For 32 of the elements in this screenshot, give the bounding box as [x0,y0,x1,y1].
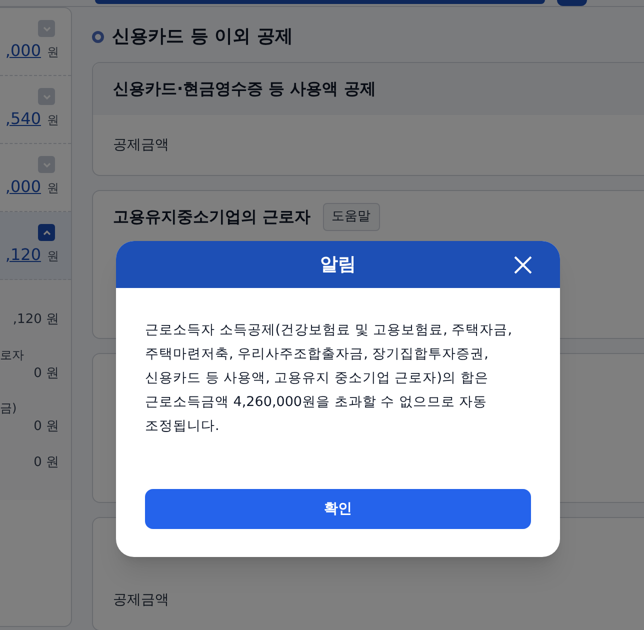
unit-label: 원 [47,248,59,265]
amount-value: ,120 [5,244,41,266]
close-button[interactable] [512,254,534,276]
unit-label: 원 [47,44,59,61]
detail-label: 로자 [0,346,24,364]
detail-amount: 0 원 [34,364,59,382]
amount-value: ,000 [5,176,41,198]
expand-toggle[interactable] [38,88,55,105]
detail-amount: ,120 원 [12,311,59,329]
round-button[interactable] [557,0,587,6]
dialog-message: 근로소득자 소득공제(건강보험료 및 고용보험료, 주택자금, 주택마련저축, 우리사주조합출자금, 장기집합투자증권, 신용카드 등 사용액, 고용유지 중소기업 근로자)의 합은 근로소득금액 4,260,000원을 초과할 수 없으므로 자동 조정됩니다. [145,321,514,436]
bullet-icon [92,30,104,42]
expand-toggle[interactable] [38,224,55,241]
card-title: 신용카드·현금영수증 등 사용액 공제 [113,78,376,100]
amount-value: ,540 [5,108,41,130]
expand-toggle[interactable] [38,20,55,37]
detail-amount: 0 원 [34,418,59,436]
field-label: 공제금액 [113,136,169,154]
help-button[interactable]: 도움말 [322,203,380,231]
amount-value: ,000 [5,40,41,62]
unit-label: 원 [47,112,59,129]
card-title: 고용유지중소기업의 근로자 [113,206,311,228]
detail-label: 금) [0,400,17,417]
dialog-title: 알림 [320,253,356,277]
unit-label: 원 [47,180,59,197]
detail-amount: 0 원 [34,454,59,472]
confirm-button[interactable]: 확인 [145,489,531,529]
chevron-up-icon [42,228,52,238]
close-icon [513,255,533,275]
section-title: 신용카드 등 이외 공제 [112,25,293,49]
field-label: 공제금액 [113,590,169,610]
expand-toggle[interactable] [38,156,55,173]
